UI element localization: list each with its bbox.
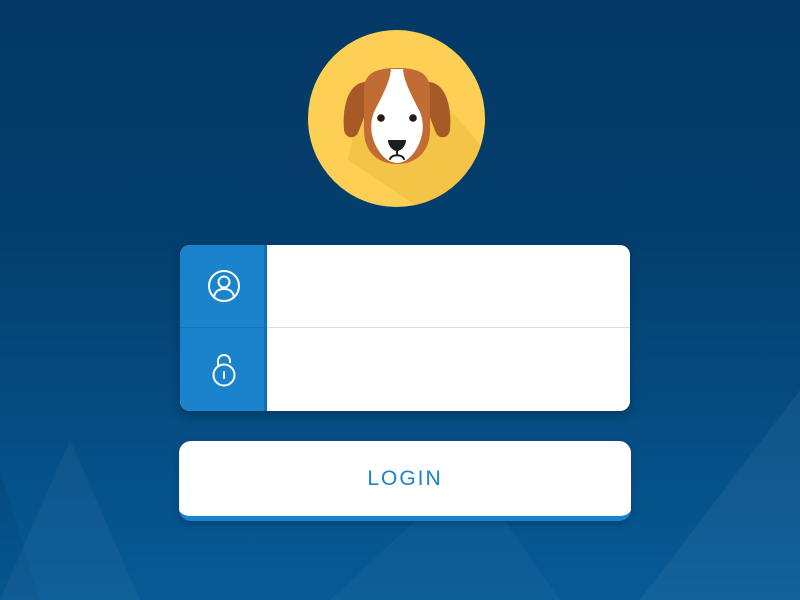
user-icon [207, 270, 240, 302]
dog-face-icon [343, 68, 485, 207]
login-button[interactable]: LOGIN [179, 441, 631, 521]
username-row [180, 245, 630, 328]
username-input[interactable] [267, 245, 630, 328]
login-form [180, 245, 630, 411]
avatar [308, 30, 485, 207]
password-row [180, 328, 630, 411]
padlock-icon [212, 353, 235, 386]
icon-column-edge [264, 245, 267, 411]
password-input[interactable] [267, 328, 630, 411]
username-icon-cell [180, 245, 267, 328]
password-icon-cell [180, 328, 267, 411]
